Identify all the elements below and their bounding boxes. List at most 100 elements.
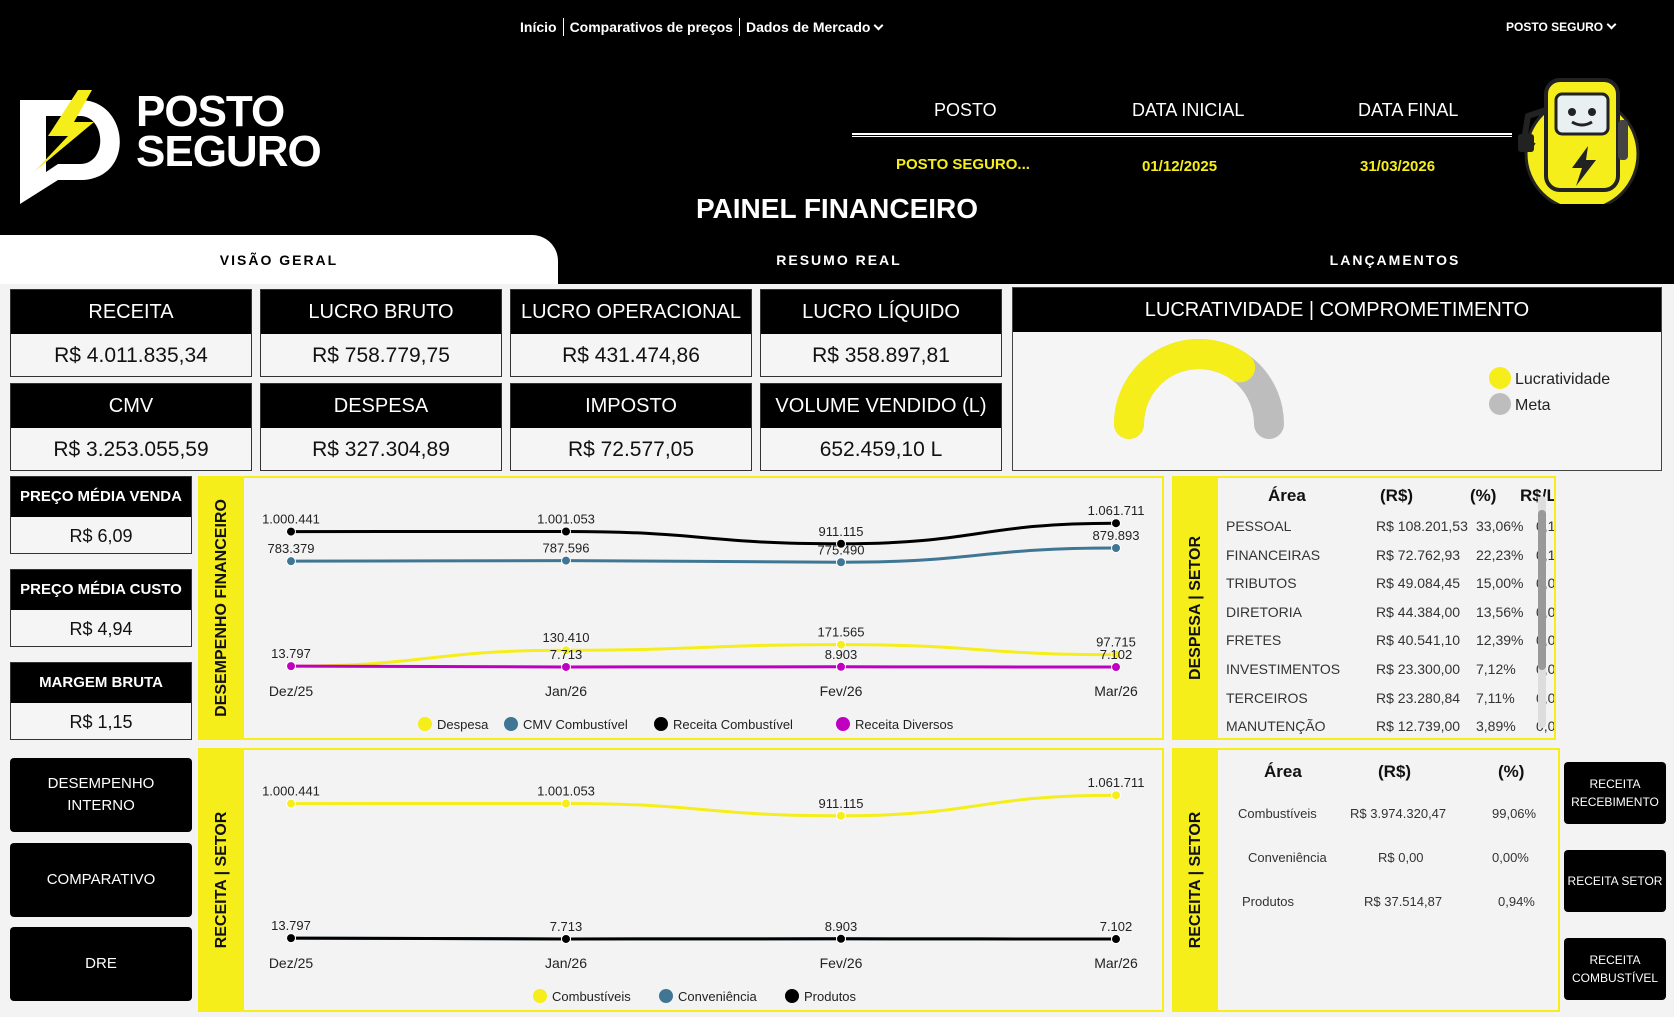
kpi-value: R$ 4.011.835,34 — [54, 344, 208, 367]
chevron-down-icon — [873, 20, 884, 31]
data-point — [836, 661, 846, 672]
x-tick-label: Dez/25 — [269, 955, 314, 971]
receita-setor-chart: 1.000.441 1.001.053 911.115 1.061.711 13.797… — [262, 775, 1144, 1004]
user-menu[interactable]: POSTO SEGURO — [1506, 19, 1617, 34]
table-header: (R$) — [1378, 762, 1412, 781]
nav-separator — [562, 18, 564, 36]
legend-marker — [659, 989, 673, 1003]
logo-line-1: POSTO — [136, 87, 285, 136]
desempenho-financeiro-panel: DESEMPENHO FINANCEIRO 13.797 130.410 171.5… — [198, 476, 1164, 740]
data-label: 8.903 — [825, 647, 858, 662]
logo-wordmark: POSTO SEGURO — [136, 87, 322, 176]
data-label: 1.000.441 — [262, 512, 320, 527]
data-label: 8.903 — [825, 919, 858, 934]
data-point — [561, 661, 571, 672]
kpi-value: R$ 431.474,86 — [562, 344, 700, 367]
kpi-label: IMPOSTO — [511, 384, 751, 428]
kpi-volume-vendido: VOLUME VENDIDO (L) 652.459,10 L — [760, 383, 1002, 471]
x-tick-label: Jan/26 — [545, 955, 587, 971]
kpi-value: R$ 4,94 — [69, 619, 133, 639]
table-cell: DIRETORIA — [1226, 603, 1302, 620]
filter-posto-select[interactable]: POSTO SEGURO... — [896, 156, 1030, 173]
nav-inicio[interactable]: Início — [520, 19, 557, 35]
tab-lancamentos[interactable]: LANÇAMENTOS — [1116, 235, 1674, 285]
gauge-title: LUCRATIVIDADE | COMPROMETIMENTO — [1013, 288, 1661, 332]
tab-resumo-real[interactable]: RESUMO REAL — [560, 235, 1118, 285]
kpi-value: R$ 1,15 — [69, 712, 133, 732]
table-cell: 7,12% — [1476, 661, 1516, 677]
table-header: Área — [1268, 486, 1306, 505]
table-cell: 13,56% — [1476, 603, 1524, 620]
receita-recebimento-button[interactable]: RECEITA RECEBIMENTO — [1564, 762, 1666, 824]
receita-combustivel-button[interactable]: RECEITA COMBUSTÍVEL — [1564, 938, 1666, 1000]
table-cell: R$ 49.084,45 — [1376, 575, 1461, 592]
x-tick-label: Dez/25 — [269, 683, 314, 699]
legend-label: Receita Combustível — [673, 717, 793, 732]
data-point — [286, 798, 296, 809]
nav-separator — [738, 18, 740, 36]
dre-button[interactable]: DRE — [10, 927, 192, 1001]
x-tick-label: Mar/26 — [1094, 955, 1138, 971]
tab-visao-geral[interactable]: VISÃO GERAL — [0, 235, 558, 285]
data-label: 911.115 — [818, 524, 863, 539]
user-name: POSTO SEGURO — [1506, 20, 1604, 34]
table-cell: 0,00% — [1492, 850, 1529, 865]
table-cell: R$ 12.739,00 — [1376, 718, 1461, 735]
data-point — [561, 798, 571, 809]
logo-line-2: SEGURO — [136, 127, 322, 176]
kpi-label: LUCRO OPERACIONAL — [511, 290, 751, 334]
filter-data-final-input[interactable]: 31/03/2026 — [1360, 158, 1435, 175]
table-cell: MANUTENÇÃO — [1226, 718, 1326, 735]
fuel-pump-mascot-icon — [1518, 78, 1640, 204]
panel-side-label: RECEITA | SETOR — [200, 750, 244, 1010]
comparativo-button[interactable]: COMPARATIVO — [10, 843, 192, 917]
table-cell: 7,11% — [1476, 689, 1515, 706]
series-line — [290, 521, 1117, 546]
series-line — [290, 936, 1117, 941]
receita-setor-button[interactable]: RECEITA SETOR — [1564, 850, 1666, 912]
table-scrollbar[interactable] — [1538, 496, 1546, 728]
data-label: 7.102 — [1100, 647, 1133, 662]
desempenho-interno-button[interactable]: DESEMPENHO INTERNO — [10, 758, 192, 832]
data-label: 1.061.711 — [1088, 503, 1145, 518]
data-point — [561, 526, 571, 537]
data-label: 1.001.053 — [537, 511, 595, 526]
data-point — [286, 526, 296, 537]
scrollbar-thumb[interactable] — [1538, 510, 1546, 670]
kpi-label: PREÇO MÉDIA CUSTO — [11, 570, 191, 610]
table-cell: FINANCEIRAS — [1226, 546, 1321, 563]
data-point — [1111, 518, 1121, 529]
bolt-logo-icon — [20, 90, 120, 204]
data-point — [836, 810, 846, 821]
series-line — [290, 793, 1117, 818]
legend-label: Conveniência — [678, 989, 758, 1004]
legend-marker — [785, 989, 799, 1003]
legend-lucratividade-label: Lucratividade — [1515, 371, 1610, 388]
data-label: 1.001.053 — [537, 783, 595, 798]
table-cell: R$ 3.974.320,47 — [1350, 806, 1447, 821]
kpi-imposto: IMPOSTO R$ 72.577,05 — [510, 383, 752, 471]
nav-dados-mercado[interactable]: Dados de Mercado — [746, 19, 884, 35]
kpi-value: R$ 358.897,81 — [812, 344, 950, 367]
nav-comparativos[interactable]: Comparativos de preços — [570, 19, 733, 35]
despesa-setor-panel: DESPESA | SETOR Área (R$) (%) R$/L PESSOAL R$… — [1172, 476, 1556, 740]
kpi-margem-bruta: MARGEM BRUTA R$ 1,15 — [10, 662, 192, 740]
legend-marker — [654, 717, 668, 731]
kpi-label: LUCRO BRUTO — [261, 290, 501, 334]
legend-label: Produtos — [804, 989, 857, 1004]
table-cell: 0,94% — [1498, 894, 1535, 909]
table-cell: R$ 108.201,53 — [1376, 518, 1468, 534]
legend-marker — [836, 717, 850, 731]
filter-data-inicial-input[interactable]: 01/12/2025 — [1142, 158, 1217, 175]
table-cell: FRETES — [1226, 632, 1282, 649]
data-label: 7.713 — [550, 919, 583, 934]
table-cell: 99,06% — [1492, 806, 1537, 821]
kpi-lucro-operacional: LUCRO OPERACIONAL R$ 431.474,86 — [510, 289, 752, 377]
series-line — [290, 664, 1117, 669]
x-tick-label: Mar/26 — [1094, 683, 1138, 699]
data-label: 13.797 — [271, 918, 311, 933]
kpi-preco-media-custo: PREÇO MÉDIA CUSTO R$ 4,94 — [10, 569, 192, 647]
table-cell: R$ 23.300,00 — [1376, 661, 1461, 677]
kpi-label: MARGEM BRUTA — [11, 663, 191, 703]
panel-side-label-text: RECEITA | SETOR — [213, 811, 230, 949]
